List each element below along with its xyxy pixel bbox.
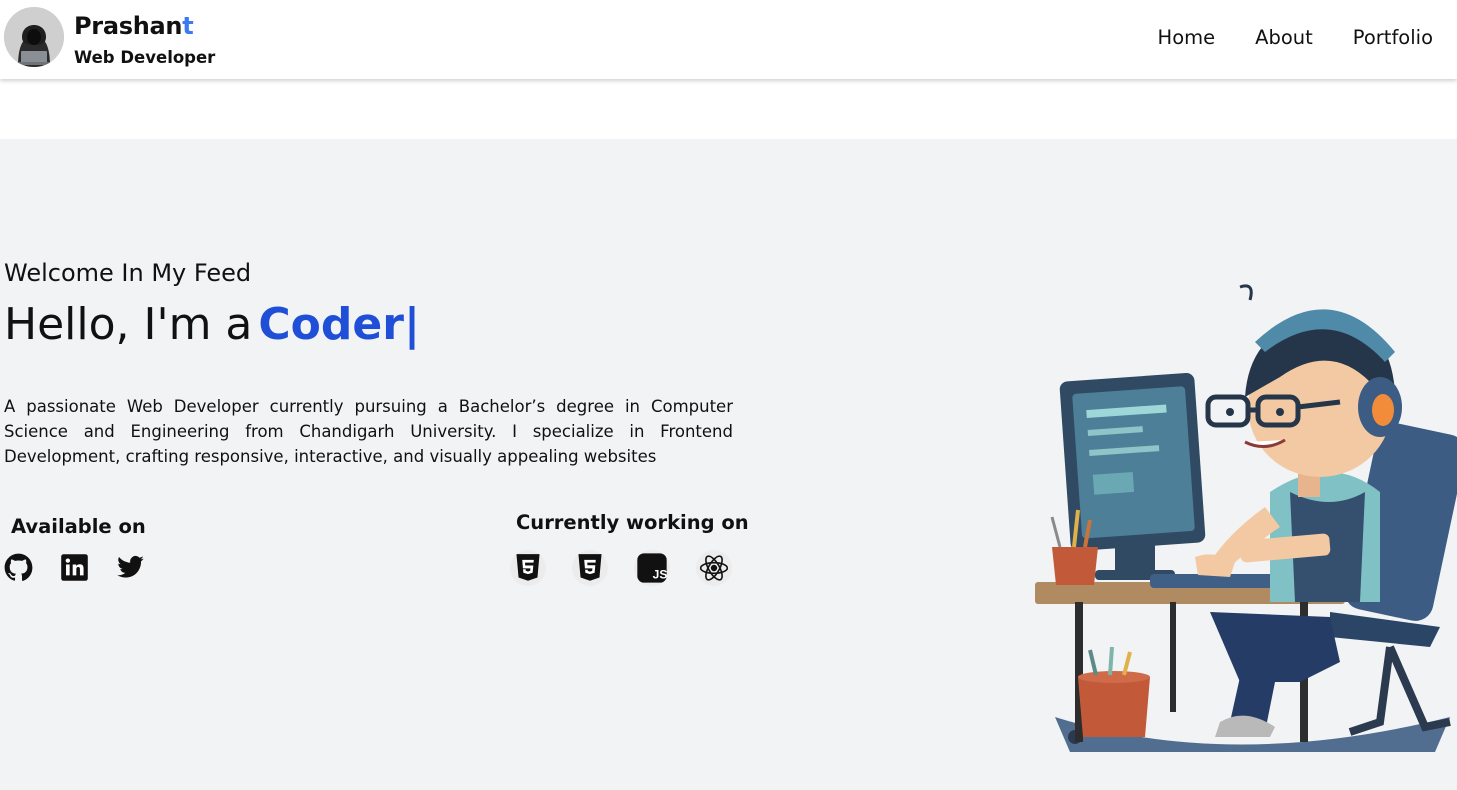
tech-stack: JS: [510, 550, 732, 586]
javascript-icon: JS: [634, 550, 670, 586]
hello-heading: Hello, I'm a Coder|: [4, 299, 420, 350]
coder-at-desk-illustration: [1035, 284, 1457, 752]
hello-prefix: Hello, I'm a: [4, 299, 253, 350]
nav-links: Home About Portfolio: [1158, 26, 1433, 49]
linkedin-icon[interactable]: [60, 553, 89, 582]
brand-role: Web Developer: [74, 48, 216, 67]
html5-icon: [510, 550, 546, 586]
typing-caret: |: [403, 299, 421, 350]
welcome-text: Welcome In My Feed: [4, 259, 252, 287]
intro-description: A passionate Web Developer currently pur…: [4, 397, 733, 466]
navbar: Prashant Web Developer Home About Portfo…: [0, 0, 1457, 79]
typed-role: Coder: [258, 299, 404, 350]
nav-link-home[interactable]: Home: [1158, 26, 1216, 49]
brand-name-accent: t: [182, 12, 194, 40]
svg-text:JS: JS: [653, 568, 668, 582]
available-on-title: Available on: [11, 515, 146, 538]
github-icon[interactable]: [4, 553, 33, 582]
avatar[interactable]: [4, 7, 64, 67]
brand-name-main: Prashan: [74, 12, 183, 40]
social-links: [4, 553, 145, 582]
nav-link-portfolio[interactable]: Portfolio: [1353, 26, 1433, 49]
nav-link-about[interactable]: About: [1255, 26, 1313, 49]
brand-name: Prashant: [74, 12, 194, 40]
twitter-icon[interactable]: [116, 553, 145, 582]
hero-section: Welcome In My Feed Hello, I'm a Coder| A …: [0, 139, 1457, 790]
react-icon: [696, 550, 732, 586]
currently-working-title: Currently working on: [516, 511, 749, 534]
css3-icon: [572, 550, 608, 586]
hooded-hacker-avatar-image: [4, 7, 64, 67]
